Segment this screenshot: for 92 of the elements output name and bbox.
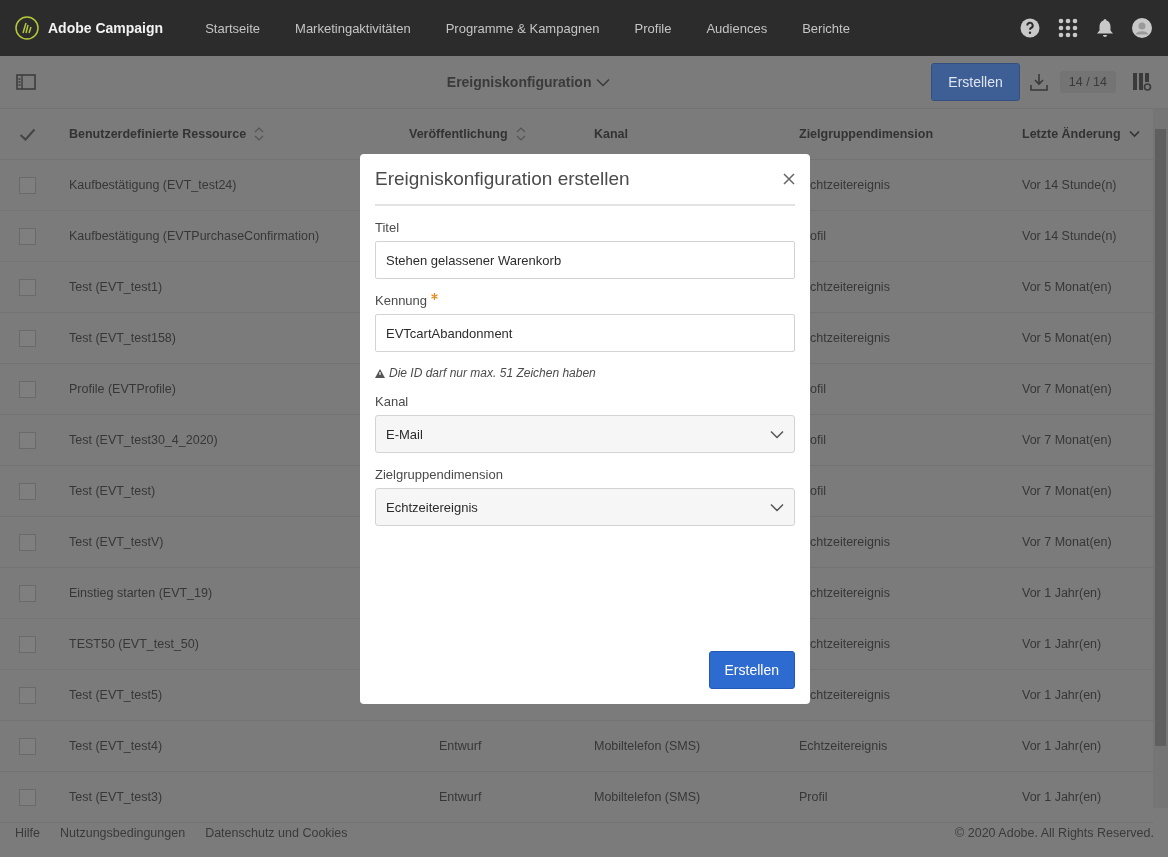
column-settings-icon[interactable] — [1132, 72, 1152, 92]
table-cell: Einstieg starten (EVT_19) — [69, 586, 213, 600]
sort-descending-icon[interactable] — [1128, 130, 1140, 138]
table-cell: TEST50 (EVT_test_50) — [69, 637, 199, 651]
chevron-down-icon — [770, 429, 784, 439]
table-cell: ofil — [810, 484, 826, 498]
nav-link[interactable]: Profile — [634, 20, 672, 36]
required-asterisk-icon — [431, 293, 439, 300]
table-cell: Vor 1 Jahr(en) — [1022, 688, 1102, 702]
nav-link[interactable]: Berichte — [802, 20, 850, 36]
column-header[interactable]: Zielgruppendimension — [799, 127, 934, 141]
dropdown[interactable]: Echtzeitereignis — [375, 488, 795, 526]
table-cell: Kaufbestätigung (EVT_test24) — [69, 178, 237, 192]
table-cell: chtzeitereignis — [810, 688, 890, 702]
copyright: © 2020 Adobe. All Rights Reserved. — [955, 825, 1154, 840]
table-cell: Test (EVT_test3) — [69, 790, 163, 804]
column-header[interactable]: Veröffentlichung — [409, 127, 508, 141]
table-cell: chtzeitereignis — [810, 637, 890, 651]
table-cell: Test (EVT_test4) — [69, 739, 163, 753]
warning-icon — [375, 368, 385, 378]
table-cell: chtzeitereignis — [810, 586, 890, 600]
table-cell: Test (EVT_test158) — [69, 331, 176, 345]
input-field[interactable]: Stehen gelassener Warenkorb — [375, 241, 795, 279]
column-header[interactable]: Kanal — [594, 127, 629, 141]
scrollbar[interactable] — [1153, 109, 1168, 808]
table-cell: Mobiltelefon (SMS) — [594, 790, 701, 804]
sort-icon[interactable] — [254, 127, 265, 141]
table-cell: Vor 7 Monat(en) — [1022, 535, 1112, 549]
table-cell: Vor 5 Monat(en) — [1022, 280, 1112, 294]
nav-link[interactable]: Startseite — [205, 20, 261, 36]
sort-icon[interactable] — [515, 127, 526, 141]
table-cell: Test (EVT_testV) — [69, 535, 164, 549]
table-cell: Vor 7 Monat(en) — [1022, 433, 1112, 447]
close-icon[interactable] — [783, 173, 795, 185]
app-name: Adobe Campaign — [48, 20, 164, 36]
footer-link[interactable]: Hilfe — [15, 825, 40, 840]
download-icon[interactable] — [1029, 73, 1048, 91]
apps-grid-icon[interactable] — [1058, 18, 1078, 38]
sidebar-toggle-icon[interactable] — [16, 74, 36, 90]
table-cell: Vor 5 Monat(en) — [1022, 331, 1112, 345]
table-cell: Entwurf — [439, 790, 482, 804]
table-cell: Kaufbestätigung (EVTPurchaseConfirmation) — [69, 229, 320, 243]
create-button[interactable]: Erstellen — [931, 63, 1020, 101]
table-cell: ofil — [810, 433, 826, 447]
chevron-down-icon — [596, 77, 611, 87]
footer-link[interactable]: Nutzungsbedingungen — [60, 825, 186, 840]
table-cell: Vor 14 Stunde(n) — [1022, 229, 1117, 243]
nav-link[interactable]: Marketingaktivitäten — [295, 20, 411, 36]
select-all-checkmark-icon[interactable] — [19, 127, 36, 141]
field-label: Zielgruppendimension — [375, 467, 503, 482]
table-cell: chtzeitereignis — [810, 280, 890, 294]
chevron-down-icon — [770, 502, 784, 512]
footer-link[interactable]: Datenschutz und Cookies — [205, 825, 348, 840]
table-cell: Vor 14 Stunde(n) — [1022, 178, 1117, 192]
bell-icon[interactable] — [1096, 18, 1114, 38]
field-label: Titel — [375, 220, 400, 235]
view-title-dropdown[interactable]: Ereigniskonfiguration — [36, 74, 932, 90]
item-count: 14 / 14 — [1059, 71, 1116, 93]
table-cell: Vor 1 Jahr(en) — [1022, 739, 1102, 753]
table-cell: chtzeitereignis — [810, 535, 890, 549]
input-field[interactable]: EVTcartAbandonment — [375, 314, 795, 352]
table-cell: Vor 7 Monat(en) — [1022, 484, 1112, 498]
nav-link[interactable]: Audiences — [706, 20, 768, 36]
dialog-title: Ereigniskonfiguration erstellen — [375, 168, 630, 190]
dropdown[interactable]: E-Mail — [375, 415, 795, 453]
logo-icon — [15, 16, 39, 40]
table-cell: chtzeitereignis — [810, 331, 890, 345]
table-cell: Mobiltelefon (SMS) — [594, 739, 701, 753]
column-header[interactable]: Letzte Änderung — [1022, 127, 1121, 141]
table-cell: Test (EVT_test5) — [69, 688, 163, 702]
table-cell: Entwurf — [439, 739, 482, 753]
table-cell: Vor 1 Jahr(en) — [1022, 637, 1102, 651]
table-cell: ofil — [810, 382, 826, 396]
table-cell: Vor 1 Jahr(en) — [1022, 790, 1102, 804]
table-cell: Test (EVT_test30_4_2020) — [69, 433, 218, 447]
table-cell: ofil — [810, 229, 826, 243]
table-cell: Vor 1 Jahr(en) — [1022, 586, 1102, 600]
field-label: Kennung — [375, 293, 428, 308]
table-cell: Profil — [799, 790, 828, 804]
nav-link[interactable]: Programme & Kampagnen — [445, 20, 600, 36]
help-icon[interactable] — [1020, 18, 1040, 38]
column-header[interactable]: Benutzerdefinierte Ressource — [69, 127, 247, 141]
avatar-icon[interactable] — [1132, 18, 1152, 38]
table-cell: Test (EVT_test1) — [69, 280, 163, 294]
table-cell: Vor 7 Monat(en) — [1022, 382, 1112, 396]
table-cell: Test (EVT_test) — [69, 484, 156, 498]
hint-text: Die ID darf nur max. 51 Zeichen haben — [389, 366, 596, 380]
table-cell: Profile (EVTProfile) — [69, 382, 176, 396]
table-cell: Echtzeitereignis — [799, 739, 888, 753]
field-label: Kanal — [375, 394, 409, 409]
table-cell: chtzeitereignis — [810, 178, 890, 192]
submit-button[interactable]: Erstellen — [708, 651, 795, 689]
